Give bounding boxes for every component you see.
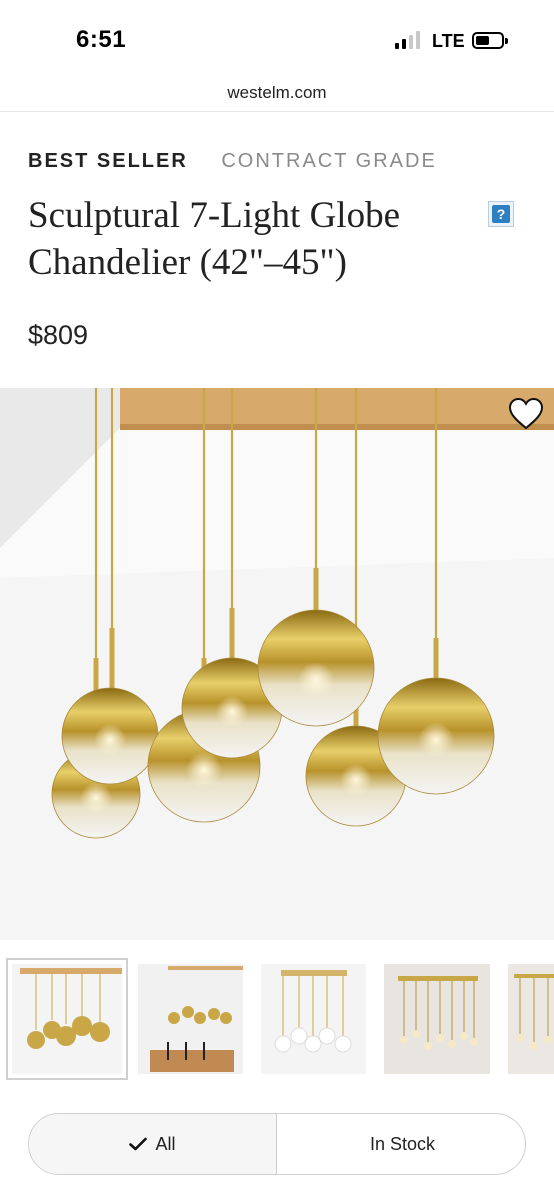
availability-filter: All In Stock xyxy=(28,1113,526,1175)
battery-icon xyxy=(472,32,508,49)
help-icon-glyph: ? xyxy=(492,205,510,223)
status-time: 6:51 xyxy=(76,26,127,53)
thumbnail-2[interactable] xyxy=(138,964,243,1074)
thumbnail-strip xyxy=(0,958,554,1083)
check-icon xyxy=(129,1137,148,1151)
thumbnail-1[interactable] xyxy=(6,958,128,1080)
url-bar[interactable]: westelm.com xyxy=(0,78,554,112)
product-hero-image[interactable] xyxy=(0,388,554,940)
signal-icon xyxy=(395,31,423,49)
thumbnail-5[interactable] xyxy=(508,964,554,1074)
status-bar: 6:51 LTE xyxy=(0,0,554,78)
best-seller-badge: BEST SELLER xyxy=(28,150,188,172)
help-icon[interactable]: ? xyxy=(488,201,514,227)
product-badges: BEST SELLER CONTRACT GRADE xyxy=(28,150,437,173)
wishlist-button[interactable] xyxy=(508,397,544,431)
contract-grade-badge: CONTRACT GRADE xyxy=(221,150,437,172)
thumbnail-4[interactable] xyxy=(384,964,490,1074)
product-price: $809 xyxy=(28,320,89,350)
filter-all-button[interactable]: All xyxy=(29,1114,277,1174)
thumbnail-3[interactable] xyxy=(261,964,366,1074)
product-title: Sculptural 7-Light Globe Chandelier (42"… xyxy=(28,195,400,283)
filter-in-stock-label: In Stock xyxy=(369,1133,436,1154)
heart-icon xyxy=(508,397,544,430)
url-text: westelm.com xyxy=(227,83,327,102)
filter-all-label: All xyxy=(155,1133,176,1154)
filter-in-stock-button[interactable]: In Stock xyxy=(278,1114,525,1174)
chandelier-photo xyxy=(0,388,554,940)
carrier-label: LTE xyxy=(432,31,465,51)
